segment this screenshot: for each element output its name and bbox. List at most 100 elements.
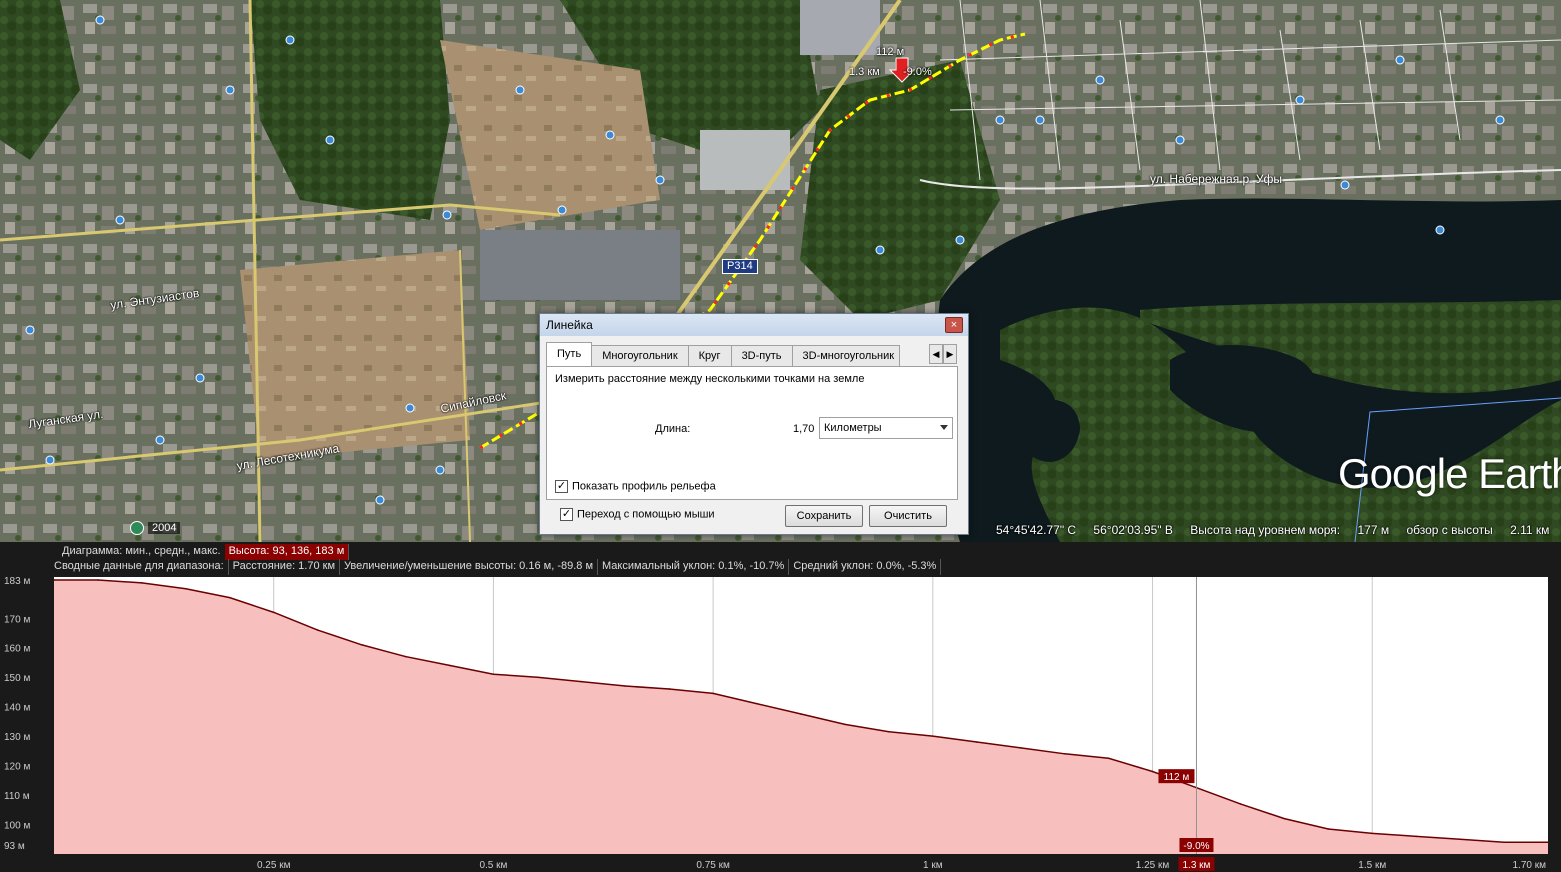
mouse-navigation-checkbox[interactable]: ✓ Переход с помощью мыши: [560, 508, 715, 521]
google-earth-window: ул. Набережная р. Уфы ул. Лесотехникума …: [0, 0, 1561, 872]
tab-polygon[interactable]: Многоугольник: [591, 345, 689, 366]
y-tick-label: 160 м: [4, 644, 30, 655]
elevation-point: [1239, 803, 1242, 805]
elevation-point: [975, 741, 978, 743]
elevation-point: [53, 579, 55, 581]
elevation-point: [932, 735, 934, 737]
elevation-point: [228, 596, 231, 599]
elevation-point: [1415, 835, 1417, 838]
tab-scroll-right-icon[interactable]: ▶: [943, 344, 957, 364]
elevation-point: [1107, 757, 1110, 760]
length-value: 1,70: [793, 423, 815, 435]
elevation-point: [141, 582, 143, 584]
map-callout-elevation: 112 м: [876, 46, 905, 58]
route-badge: Р314: [722, 259, 758, 274]
elevation-point: [1327, 828, 1330, 830]
dialog-title: Линейка: [546, 318, 593, 332]
map-callout-slope: -9.0%: [903, 66, 932, 78]
elevation-point: [1019, 747, 1022, 749]
ruler-dialog: Линейка × Путь Многоугольник Круг 3D-пут…: [539, 313, 969, 535]
google-earth-logo: Google Earth: [1338, 450, 1561, 497]
elevation-point: [712, 692, 714, 695]
length-label: Длина:: [655, 423, 691, 435]
elevation-point: [1459, 838, 1461, 841]
longitude-readout: 56°02'03.95" В: [1093, 523, 1173, 537]
elevation-readout: 177 м: [1357, 523, 1390, 537]
unit-select-value: Километры: [824, 422, 882, 434]
y-tick-label: 140 м: [4, 703, 30, 714]
close-button[interactable]: ×: [945, 317, 963, 333]
y-tick-label: 120 м: [4, 762, 30, 773]
tab-scroll-left-icon[interactable]: ◀: [929, 344, 943, 364]
elevation-point: [1151, 770, 1154, 773]
elevation-point: [1063, 753, 1066, 755]
clear-button[interactable]: Очистить: [869, 505, 947, 527]
y-tick-label: 100 м: [4, 821, 30, 832]
tab-3d-polygon[interactable]: 3D-многоугольник: [791, 345, 900, 366]
tab-3d-path[interactable]: 3D-путь: [730, 345, 793, 366]
y-tick-label: 130 м: [4, 732, 30, 743]
y-tick-label: 93 м: [4, 841, 25, 852]
elevation-point: [800, 713, 802, 715]
y-tick-label: 170 м: [4, 614, 30, 625]
y-tick-label: 110 м: [4, 791, 30, 802]
clock-icon: [130, 521, 144, 535]
elevation-point: [360, 643, 363, 646]
checkbox-check-icon[interactable]: ✓: [560, 508, 573, 521]
cursor-distance-label: 1.3 км: [1183, 860, 1211, 871]
path-panel: Измерить расстояние между несколькими то…: [546, 366, 958, 500]
elevation-profile[interactable]: Диаграмма: мин., средн., макс. Высота: 9…: [0, 542, 1561, 872]
cursor-elevation-label: 112 м: [1164, 772, 1190, 783]
elevation-point: [185, 587, 187, 590]
elevation-point: [1283, 817, 1286, 820]
elevation-point: [1547, 841, 1549, 844]
x-tick-label: 1.70 км: [1513, 860, 1547, 871]
tab-scroll: ◀ ▶: [929, 344, 957, 364]
x-tick-label: 0.25 км: [257, 860, 291, 871]
elevation-point: [888, 730, 890, 733]
x-tick-label: 1 км: [923, 860, 943, 871]
checkbox-check-icon[interactable]: ✓: [555, 480, 568, 493]
elevation-point: [492, 673, 495, 676]
imagery-year: 2004: [148, 522, 181, 534]
panel-description: Измерить расстояние между несколькими то…: [555, 373, 865, 385]
historical-imagery-badge[interactable]: 2004: [130, 521, 181, 535]
x-tick-label: 1.5 км: [1358, 860, 1386, 871]
save-button[interactable]: Сохранить: [785, 505, 863, 527]
cursor-slope-label: -9.0%: [1183, 841, 1209, 852]
eye-altitude-label: обзор с высоты: [1406, 523, 1493, 537]
y-tick-label: 150 м: [4, 673, 30, 684]
elevation-point: [448, 664, 451, 667]
tab-circle[interactable]: Круг: [687, 345, 732, 366]
elevation-point: [272, 611, 275, 614]
eye-altitude-readout: 2.11 км: [1510, 523, 1550, 537]
x-tick-label: 0.75 км: [696, 860, 730, 871]
elevation-chart[interactable]: 183 м 170 м 160 м 150 м 140 м 130 м 120 м 110 м…: [0, 542, 1561, 872]
street-label: ул. Набережная р. Уфы: [1150, 172, 1282, 186]
elevation-point: [624, 685, 627, 687]
dialog-titlebar[interactable]: Линейка: [540, 314, 968, 336]
elevation-point: [1371, 832, 1374, 835]
elevation-point: [536, 676, 539, 678]
elevation-point: [844, 723, 846, 726]
elevation-point: [1503, 841, 1505, 844]
elevation-point: [97, 579, 99, 581]
show-profile-label: Показать профиль рельефа: [572, 480, 716, 493]
tab-strip: Путь Многоугольник Круг 3D-путь 3D-много…: [546, 342, 900, 366]
y-tick-label: 183 м: [4, 576, 30, 587]
unit-select[interactable]: Километры: [819, 417, 953, 439]
latitude-readout: 54°45'42.77" С: [996, 523, 1077, 537]
elevation-point: [316, 629, 319, 631]
elevation-point: [756, 702, 758, 705]
elevation-label: Высота над уровнем моря:: [1190, 523, 1341, 537]
chevron-down-icon: [940, 425, 948, 430]
status-bar: 54°45'42.77" С 56°02'03.95" В Высота над…: [996, 523, 1561, 537]
mouse-navigation-label: Переход с помощью мыши: [577, 508, 715, 521]
map-callout-distance: 1.3 км: [849, 66, 880, 78]
x-tick-label: 1.25 км: [1136, 860, 1170, 871]
tab-path[interactable]: Путь: [546, 342, 593, 366]
show-profile-checkbox[interactable]: ✓ Показать профиль рельефа: [555, 480, 716, 493]
elevation-point: [668, 688, 670, 690]
x-tick-label: 0.5 км: [479, 860, 507, 871]
elevation-point: [404, 655, 407, 658]
